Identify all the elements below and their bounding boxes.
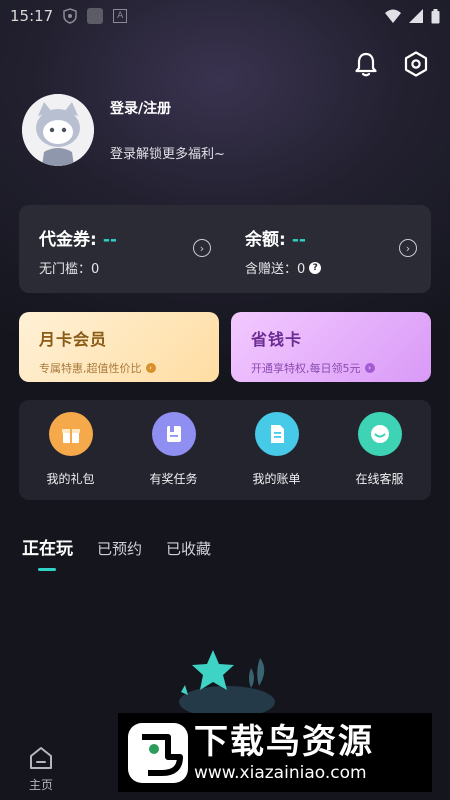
monthly-card-title: 月卡会员	[39, 330, 108, 349]
status-bar: 15:17 A	[0, 0, 450, 32]
saver-card-promo[interactable]: 省钱卡 开通享特权,每日领5元 ›	[231, 312, 431, 382]
monthly-card-subtitle: 专属特惠,超值性价比	[39, 362, 142, 375]
balance-value: --	[291, 230, 306, 250]
tab-favorites[interactable]: 已收藏	[166, 538, 211, 559]
balance-gift-amount: 含赠送：0	[245, 262, 306, 277]
watermark-title: 下载鸟资源	[194, 721, 374, 762]
saver-card-subtitle: 开通享特权,每日领5元	[251, 362, 361, 375]
nav-home-label: 主页	[28, 778, 53, 792]
bell-icon[interactable]	[352, 50, 380, 78]
status-time: 15:17	[10, 7, 54, 25]
cat-avatar-icon	[22, 94, 94, 166]
balance-label: 余额:	[245, 230, 286, 250]
shortcut-online-support[interactable]: 在线客服	[328, 400, 431, 500]
task-icon	[151, 412, 196, 456]
signal-icon	[409, 9, 423, 23]
chevron-right-icon[interactable]: ›	[399, 239, 417, 257]
arrow-right-icon: ›	[364, 363, 375, 373]
app-notification-icon	[87, 8, 104, 24]
arrow-right-icon: ›	[145, 363, 156, 373]
home-icon	[30, 747, 52, 769]
tab-playing[interactable]: 正在玩	[22, 534, 73, 559]
voucher-label: 代金券:	[39, 230, 97, 250]
bird-logo-icon	[128, 722, 188, 783]
shortcut-my-gifts[interactable]: 我的礼包	[19, 400, 122, 500]
bill-icon	[254, 412, 299, 456]
a-notification-icon: A	[113, 9, 128, 23]
voucher-threshold: 无门槛：0	[39, 262, 100, 277]
shortcut-label: 我的账单	[252, 472, 301, 486]
monthly-card-promo[interactable]: 月卡会员 专属特惠,超值性价比 ›	[19, 312, 219, 382]
saver-card-title: 省钱卡	[251, 330, 303, 349]
empty-state-illustration	[179, 650, 275, 718]
profile-section: 登录/注册 登录解锁更多福利~	[22, 94, 225, 166]
tab-reserved[interactable]: 已预约	[97, 538, 142, 559]
active-tab-indicator	[38, 568, 56, 571]
help-icon[interactable]: ?	[309, 261, 322, 274]
wifi-icon	[385, 9, 401, 23]
balance-section[interactable]: 余额: -- 含赠送：0? ›	[225, 205, 431, 293]
top-actions	[352, 50, 430, 78]
game-tabs: 正在玩 已预约 已收藏	[22, 534, 211, 559]
login-subtitle: 登录解锁更多福利~	[110, 147, 225, 162]
shortcut-label: 有奖任务	[149, 472, 198, 486]
shortcut-my-bills[interactable]: 我的账单	[225, 400, 328, 500]
gift-icon	[48, 412, 93, 456]
battery-icon	[431, 8, 440, 23]
shield-icon	[63, 8, 77, 24]
chat-icon	[357, 412, 402, 456]
shortcut-grid: 我的礼包 有奖任务 我的账单 在线客服	[19, 400, 431, 500]
settings-icon[interactable]	[402, 50, 430, 78]
shortcut-reward-tasks[interactable]: 有奖任务	[122, 400, 225, 500]
nav-home[interactable]: 主页	[28, 746, 54, 793]
watermark-banner: 下载鸟资源 www.xiazainiao.com	[118, 713, 432, 792]
voucher-section[interactable]: 代金券: -- 无门槛：0 ›	[19, 205, 225, 293]
wallet-card: 代金券: -- 无门槛：0 › 余额: -- 含赠送：0? ›	[19, 205, 431, 293]
chevron-right-icon[interactable]: ›	[193, 239, 211, 257]
shortcut-label: 在线客服	[355, 472, 404, 486]
watermark-url: www.xiazainiao.com	[194, 762, 367, 783]
voucher-value: --	[102, 230, 117, 250]
shortcut-label: 我的礼包	[46, 472, 95, 486]
login-register-link[interactable]: 登录/注册	[110, 98, 225, 118]
avatar[interactable]	[22, 94, 94, 166]
